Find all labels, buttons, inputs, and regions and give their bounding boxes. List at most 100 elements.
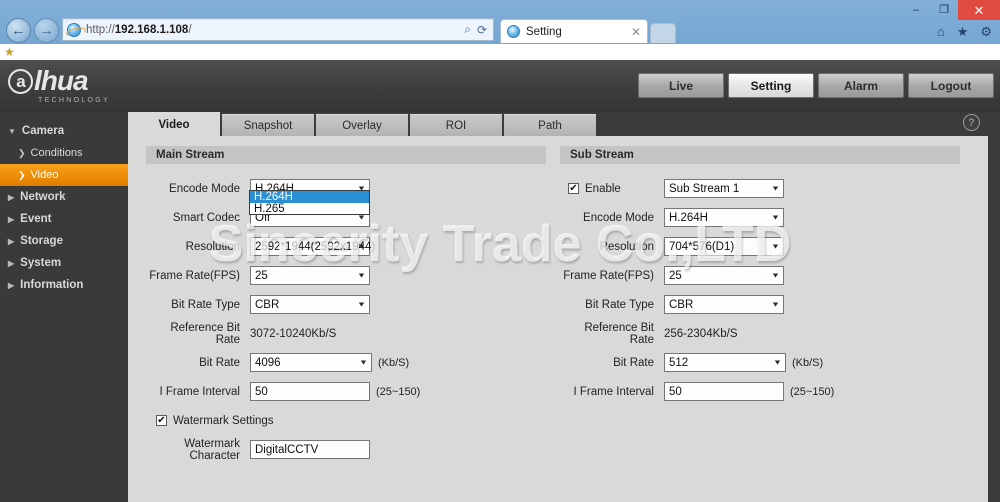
new-tab-button[interactable] (650, 23, 676, 43)
nav-live-button[interactable]: Live (638, 73, 724, 98)
input-i-frame-interval-sub[interactable]: 50 (664, 382, 784, 401)
label-bit-rate-type: Bit Rate Type (171, 298, 240, 311)
tab-overlay[interactable]: Overlay (316, 114, 408, 136)
sidebar-label-video: Video (30, 169, 59, 181)
field-resolution-sub: Resolution 704*576(D1) (560, 236, 960, 257)
home-icon[interactable]: ⌂ (937, 24, 945, 40)
sidebar-item-event[interactable]: ▶ Event (0, 208, 128, 230)
checkbox-enable-sub-stream[interactable]: ✔ (568, 183, 579, 194)
enable-label-group: ✔ Enable (560, 183, 664, 195)
field-reference-bit-rate-main: Reference Bit Rate 3072-10240Kb/S (146, 322, 546, 346)
tools-gear-icon[interactable]: ⚙ (980, 24, 992, 40)
address-text: http://192.168.1.108/ (86, 23, 192, 36)
sidebar-label-conditions: Conditions (30, 147, 83, 159)
top-navigation: Live Setting Alarm Logout (638, 73, 994, 98)
sidebar-label-information: Information (20, 279, 84, 291)
select-bit-rate-sub[interactable]: 512 (664, 353, 786, 372)
select-frame-rate-sub[interactable]: 25 (664, 266, 784, 285)
select-bit-rate-type-sub[interactable]: CBR (664, 295, 784, 314)
tab-roi[interactable]: ROI (410, 114, 502, 136)
sub-stream-section-header: Sub Stream (560, 146, 960, 164)
tab-video[interactable]: Video (128, 112, 220, 136)
bookmark-bar: ★ (0, 44, 1000, 60)
control-bit-rate-type: CBR (250, 295, 370, 314)
content-area: Video Snapshot Overlay ROI Path ? Main S… (128, 112, 988, 502)
encode-mode-dropdown-list[interactable]: H.264H H.265 (249, 190, 370, 215)
field-frame-rate-main: Frame Rate(FPS) 25 (146, 265, 546, 286)
favorites-icon[interactable]: ★ (957, 24, 969, 40)
web-page: a lhua TECHNOLOGY Live Setting Alarm Logo… (0, 60, 1000, 502)
input-watermark-character[interactable]: DigitalCCTV (250, 440, 370, 459)
forward-icon[interactable]: → (34, 18, 59, 43)
input-i-frame-interval-main[interactable]: 50 (250, 382, 370, 401)
value-reference-bit-rate-sub: 256-2304Kb/S (664, 327, 738, 340)
label-bit-rate-type-sub: Bit Rate Type (585, 298, 654, 311)
sidebar-item-information[interactable]: ▶ Information (0, 274, 128, 296)
tab-snapshot[interactable]: Snapshot (222, 114, 314, 136)
tab-close-icon[interactable]: ✕ (631, 25, 641, 39)
checkbox-watermark-settings[interactable]: ✔ (156, 415, 167, 426)
nav-logout-button[interactable]: Logout (908, 73, 994, 98)
dropdown-option-h264h[interactable]: H.264H (250, 191, 369, 203)
search-icon[interactable]: ⌕ (464, 22, 471, 37)
select-bit-rate-main[interactable]: 4096 (250, 353, 372, 372)
dropdown-option-h265[interactable]: H.265 (250, 203, 369, 214)
label-watermark-settings: Watermark Settings (173, 414, 274, 427)
back-icon[interactable]: ← (6, 18, 31, 43)
select-resolution-main[interactable]: 2592*1944(2592x1944) (250, 237, 375, 256)
tab-strip: Setting ✕ (500, 19, 676, 43)
sidebar-item-system[interactable]: ▶ System (0, 252, 128, 274)
bookmark-star-icon[interactable]: ★ (4, 45, 15, 59)
value-reference-bit-rate-main: 3072-10240Kb/S (250, 327, 337, 340)
minimize-button[interactable]: – (902, 0, 930, 20)
logo-subtitle: TECHNOLOGY (38, 97, 111, 104)
sidebar-label-storage: Storage (20, 235, 63, 247)
sidebar-item-camera[interactable]: ▼ Camera (0, 120, 128, 142)
field-frame-rate-sub: Frame Rate(FPS) 25 (560, 265, 960, 286)
sidebar-item-storage[interactable]: ▶ Storage (0, 230, 128, 252)
sidebar-label-event: Event (20, 213, 52, 225)
dahua-logo: a lhua TECHNOLOGY (8, 67, 110, 104)
control-frame-rate: 25 (250, 266, 370, 285)
tab-path[interactable]: Path (504, 114, 596, 136)
tab-favicon-icon (507, 25, 520, 38)
close-window-button[interactable]: ✕ (958, 0, 1000, 20)
label-watermark-character: Watermark Character (184, 437, 240, 462)
label-bit-rate-sub: Bit Rate (613, 356, 654, 369)
sidebar-item-video[interactable]: ❯ Video (0, 164, 128, 186)
control-frame-rate-sub: 25 (664, 266, 784, 285)
nav-setting-button[interactable]: Setting (728, 73, 814, 98)
sidebar-label-camera: Camera (21, 125, 65, 137)
sidebar: ▼ Camera ❯ Conditions ❯ Video ▶ Network … (0, 112, 128, 502)
unit-bit-rate-main: (Kb/S) (378, 356, 410, 369)
app-header: a lhua TECHNOLOGY Live Setting Alarm Logo… (0, 60, 1000, 112)
control-bit-rate-sub: 512 (664, 353, 786, 372)
label-i-frame-interval: I Frame Interval (159, 385, 240, 398)
address-bar-actions: ⌕ ⟳ (464, 22, 489, 37)
select-sub-stream[interactable]: Sub Stream 1 (664, 179, 784, 198)
window-controls: – ❐ ✕ (902, 0, 1000, 20)
address-bar[interactable]: http://192.168.1.108/ ⌕ ⟳ (62, 18, 494, 41)
select-frame-rate-main[interactable]: 25 (250, 266, 370, 285)
field-bit-rate-type-main: Bit Rate Type CBR (146, 294, 546, 315)
sidebar-item-conditions[interactable]: ❯ Conditions (0, 142, 128, 164)
select-resolution-sub[interactable]: 704*576(D1) (664, 237, 784, 256)
tab-bar: Video Snapshot Overlay ROI Path ? (128, 112, 988, 136)
select-encode-mode-sub[interactable]: H.264H (664, 208, 784, 227)
range-i-frame-main: (25~150) (376, 385, 421, 398)
control-bit-rate-type-sub: CBR (664, 295, 784, 314)
select-bit-rate-type-main[interactable]: CBR (250, 295, 370, 314)
help-icon[interactable]: ? (963, 114, 980, 131)
chevron-right-icon: ❯ (18, 147, 26, 158)
refresh-icon[interactable]: ⟳ (477, 23, 487, 37)
maximize-button[interactable]: ❐ (930, 0, 958, 20)
logo-letter-a: a (8, 68, 33, 94)
browser-tab-setting[interactable]: Setting ✕ (500, 19, 648, 43)
nav-alarm-button[interactable]: Alarm (818, 73, 904, 98)
field-bit-rate-sub: Bit Rate 512 (Kb/S) (560, 352, 960, 373)
control-resolution-sub: 704*576(D1) (664, 237, 784, 256)
main-stream-section-header: Main Stream (146, 146, 546, 164)
sidebar-item-network[interactable]: ▶ Network (0, 186, 128, 208)
ie-logo-icon (67, 22, 81, 37)
screenshot-root: – ❐ ✕ ← → http://192.168.1.108/ ⌕ ⟳ Sett… (0, 0, 1000, 502)
